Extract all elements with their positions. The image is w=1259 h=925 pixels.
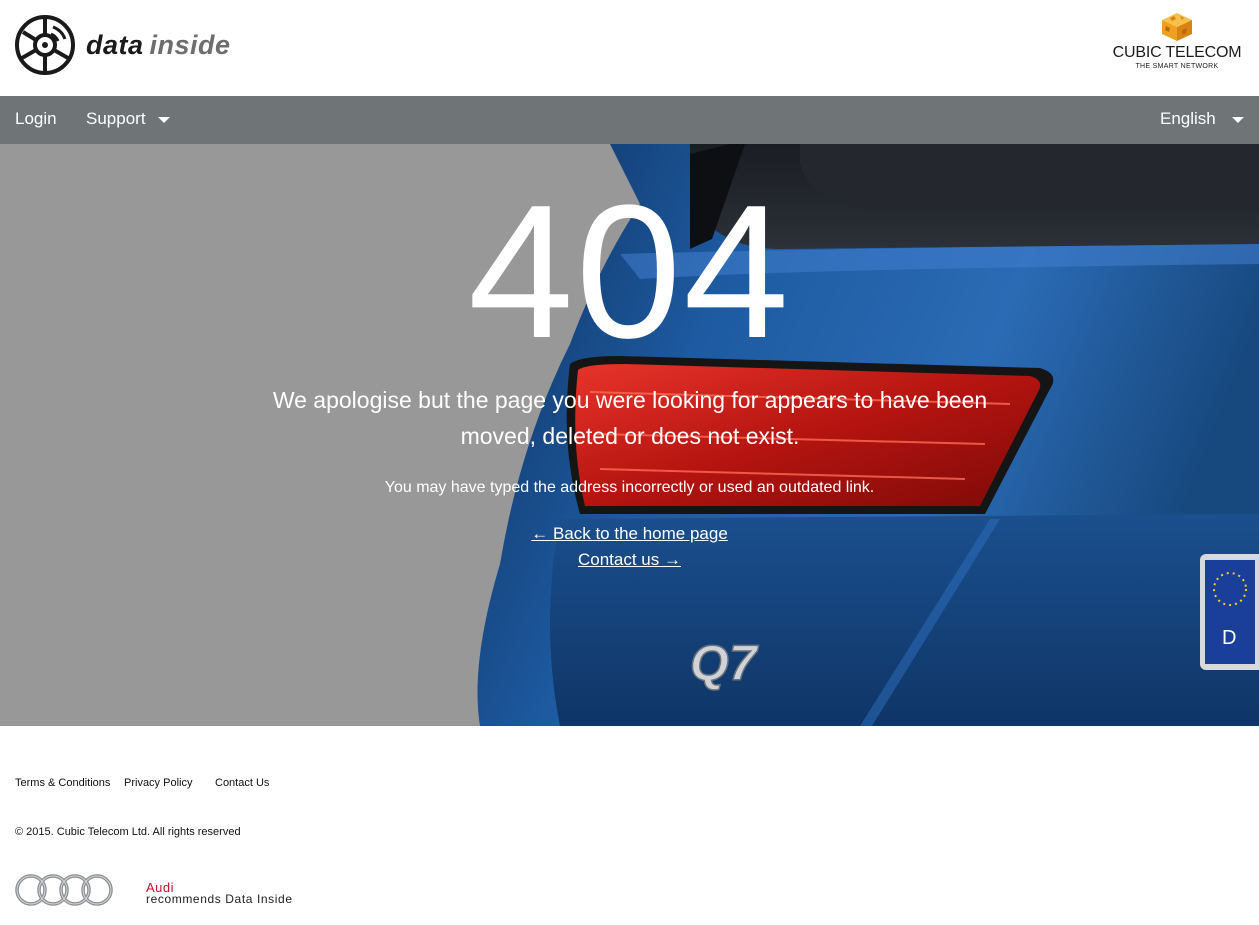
cubic-telecom-logo[interactable]: CUBIC TELECOM THE SMART NETWORK [1111, 12, 1243, 74]
cube-icon [1162, 13, 1192, 41]
data-inside-logo[interactable]: data inside [14, 14, 231, 76]
nav-login[interactable]: Login [15, 96, 57, 144]
nav-login-label: Login [15, 109, 57, 128]
plate-letter: D [1222, 627, 1236, 649]
back-home-link[interactable]: ← Back to the home page [0, 524, 1259, 544]
nav-support-dropdown[interactable]: Support [86, 96, 170, 144]
partner-name: CUBIC TELECOM [1112, 44, 1242, 61]
wheel-signal-icon [15, 15, 75, 75]
privacy-link[interactable]: Privacy Policy [124, 777, 192, 789]
logo-word-data: data [86, 29, 144, 60]
contact-us-link[interactable]: Contact us → [0, 550, 1259, 570]
site-footer: Terms & Conditions Privacy Policy Contac… [0, 726, 1259, 925]
site-header: data inside CUBIC TELECOM THE SMART NETWO… [0, 0, 1259, 96]
copyright-text: © 2015. Cubic Telecom Ltd. All rights re… [15, 826, 241, 838]
audi-rings-logo[interactable] [15, 872, 115, 908]
main-nav: Login Support English [0, 96, 1259, 144]
nav-support-label: Support [86, 109, 146, 128]
logo-word-inside: inside [149, 29, 231, 60]
footer-contact-link[interactable]: Contact Us [215, 777, 269, 789]
audi-tagline: recommends Data Inside [146, 892, 293, 906]
error-message: We apologise but the page you were looki… [272, 387, 988, 449]
logo-wordmark: data inside [86, 30, 231, 61]
error-code: 404 [467, 166, 791, 378]
language-dropdown[interactable]: English [1160, 96, 1244, 144]
car-badge: Q7 [690, 635, 759, 691]
chevron-down-icon [157, 116, 170, 123]
terms-link[interactable]: Terms & Conditions [15, 777, 110, 789]
partner-tagline: THE SMART NETWORK [1135, 63, 1219, 70]
error-hint: You may have typed the address incorrect… [384, 479, 875, 496]
language-label: English [1160, 109, 1216, 128]
hero-banner: D Q7 404 We apologise but the page you w… [0, 144, 1259, 726]
chevron-down-icon [1231, 116, 1244, 123]
